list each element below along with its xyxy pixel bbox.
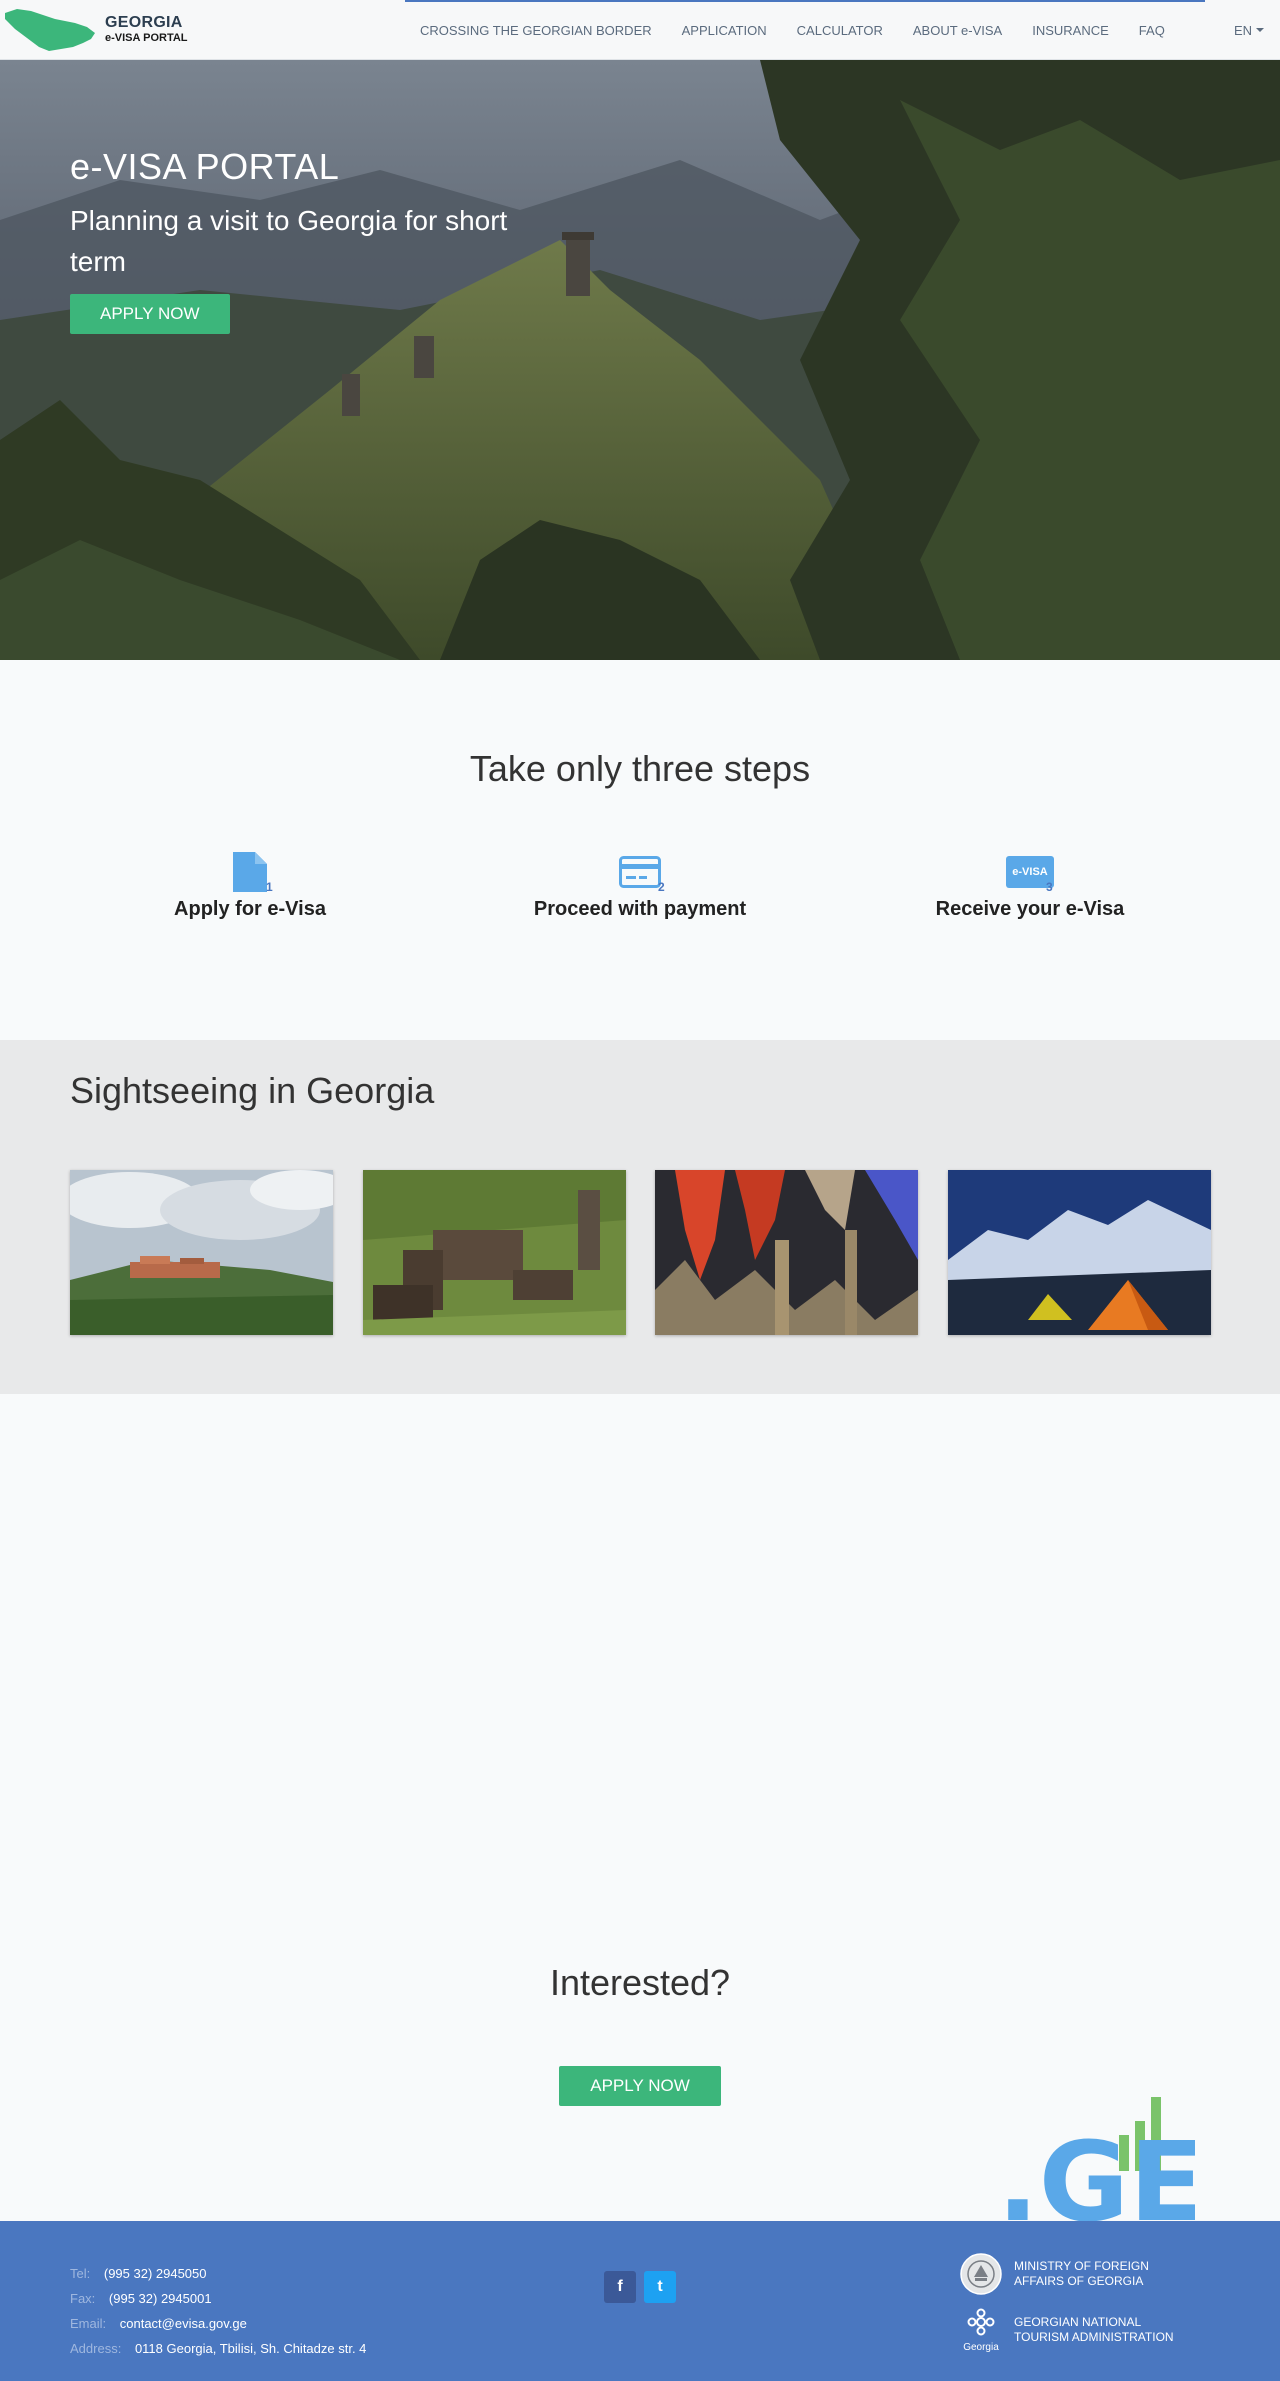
hero-title: e-VISA PORTAL [70, 146, 340, 187]
document-icon [233, 852, 267, 892]
mountain-camping-photo[interactable] [948, 1170, 1211, 1335]
brand-subtitle: e-VISA PORTAL [105, 31, 188, 44]
navbar: GEORGIA e-VISA PORTAL CROSSING THE GEORG… [0, 0, 1280, 60]
facebook-icon: f [617, 2278, 623, 2295]
sightseeing-title: Sightseeing in Georgia [70, 1070, 435, 1111]
step-number: 1 [266, 880, 273, 894]
contact-email: Email: contact@evisa.gov.ge [70, 2311, 366, 2336]
contact-address: Address: 0118 Georgia, Tbilisi, Sh. Chit… [70, 2336, 366, 2361]
step-receive: e-VISA 3 Receive your e-Visa [880, 852, 1180, 921]
nav-about-evisa[interactable]: ABOUT e-VISA [898, 23, 1017, 38]
hero-section: e-VISA PORTAL Planning a visit to Georgi… [0, 60, 1280, 660]
main-nav: CROSSING THE GEORGIAN BORDER APPLICATION… [405, 0, 1180, 60]
twitter-icon: t [657, 2278, 663, 2295]
footer-contacts: Tel: (995 32) 2945050 Fax: (995 32) 2945… [70, 2261, 366, 2361]
step-apply: 1 Apply for e-Visa [100, 852, 400, 921]
steps-title: Take only three steps [469, 748, 811, 789]
nav-calculator[interactable]: CALCULATOR [782, 23, 898, 38]
footer: Tel: (995 32) 2945050 Fax: (995 32) 2945… [0, 2221, 1280, 2381]
ministry-seal-icon [960, 2253, 1002, 2295]
ministry-foreign-affairs-link[interactable]: MINISTRY OF FOREIGN AFFAIRS OF GEORGIA [960, 2249, 1174, 2299]
evisa-badge-text: e-VISA [1012, 866, 1048, 878]
tourism-line-1: GEORGIAN NATIONAL [1014, 2315, 1142, 2329]
ministry-line-1: MINISTRY OF FOREIGN [1014, 2259, 1149, 2273]
brand-title: GEORGIA [105, 14, 183, 32]
hero-apply-now-button[interactable]: APPLY NOW [70, 294, 230, 334]
georgia-logo-text: Georgia [963, 2342, 999, 2353]
hilltop-town-photo[interactable] [70, 1170, 333, 1335]
contact-email-link[interactable]: contact@evisa.gov.ge [120, 2316, 247, 2331]
step-label: Apply for e-Visa [174, 898, 326, 920]
ministry-line-2: AFFAIRS OF GEORGIA [1014, 2274, 1144, 2288]
sightseeing-section: Sightseeing in Georgia [0, 1040, 1280, 1394]
tourism-line-2: TOURISM ADMINISTRATION [1014, 2330, 1174, 2344]
georgia-map-icon [5, 9, 95, 51]
step-label: Receive your e-Visa [935, 898, 1125, 920]
contact-tel: Tel: (995 32) 2945050 [70, 2261, 366, 2286]
language-label: EN [1233, 22, 1252, 38]
step-label: Proceed with payment [533, 898, 747, 920]
contact-key: Address: [70, 2341, 122, 2356]
facebook-button[interactable]: f [604, 2271, 636, 2303]
hero-subtitle: Planning a visit to Georgia for short te… [70, 205, 508, 277]
interested-apply-now-button[interactable]: APPLY NOW [559, 2066, 721, 2106]
step-number: 3 [1046, 880, 1053, 894]
step-number: 2 [658, 880, 665, 894]
nav-crossing-border[interactable]: CROSSING THE GEORGIAN BORDER [405, 23, 667, 38]
tourism-administration-link[interactable]: Georgia GEORGIAN NATIONAL TOURISM ADMINI… [960, 2305, 1174, 2355]
contact-value: (995 32) 2945050 [103, 2266, 207, 2281]
cave-formations-photo[interactable] [655, 1170, 918, 1335]
credit-card-icon [619, 856, 661, 888]
contact-value: 0118 Georgia, Tbilisi, Sh. Chitadze str.… [134, 2341, 367, 2356]
twitter-button[interactable]: t [644, 2271, 676, 2303]
contact-key: Fax: [70, 2291, 96, 2306]
georgia-flower-icon [967, 2308, 995, 2336]
government-partners: MINISTRY OF FOREIGN AFFAIRS OF GEORGIA G… [960, 2249, 1174, 2361]
nav-application[interactable]: APPLICATION [667, 23, 782, 38]
caret-down-icon [1256, 28, 1264, 32]
language-dropdown[interactable]: EN [1234, 0, 1264, 60]
georgia-tourism-logo: Georgia [960, 2307, 1002, 2353]
stone-towers-village-photo[interactable] [363, 1170, 626, 1335]
steps-section: Take only three steps 1 Apply for e-Visa… [0, 660, 1280, 1040]
contact-key: Tel: [70, 2266, 91, 2281]
brand-logo[interactable]: GEORGIA e-VISA PORTAL [3, 4, 188, 54]
interested-title: Interested? [549, 1962, 731, 2003]
nav-insurance[interactable]: INSURANCE [1017, 23, 1124, 38]
step-payment: 2 Proceed with payment [490, 852, 790, 921]
contact-key: Email: [70, 2316, 107, 2331]
contact-value: (995 32) 2945001 [108, 2291, 212, 2306]
nav-faq[interactable]: FAQ [1124, 23, 1180, 38]
social-links: f t [604, 2271, 676, 2303]
contact-fax: Fax: (995 32) 2945001 [70, 2286, 366, 2311]
